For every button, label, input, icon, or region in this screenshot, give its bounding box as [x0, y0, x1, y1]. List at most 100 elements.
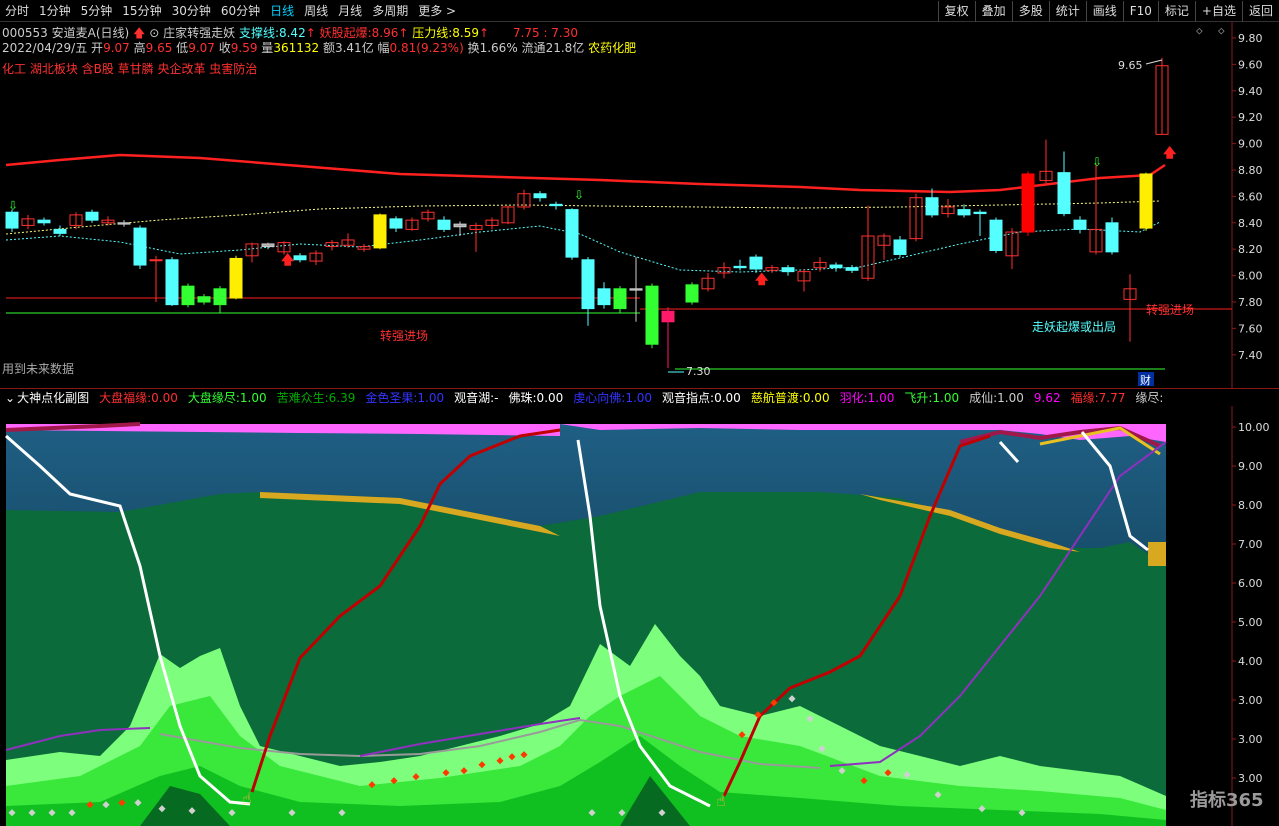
candle-body-66 [1073, 219, 1087, 230]
low-value: 9.07 [188, 41, 215, 55]
toolbar-button-0[interactable]: 复权 [937, 1, 975, 22]
candle-body-51 [829, 264, 843, 269]
toolbar-button-7[interactable]: +自选 [1194, 1, 1242, 22]
period-tab-4[interactable]: 30分钟 [167, 0, 216, 22]
candle-body-8 [133, 227, 147, 266]
sub-axis-label-3: 7.00 [1238, 538, 1263, 551]
low-price-mark: 7.30 [686, 365, 711, 378]
exit-label: 走妖起爆或出局 [1032, 320, 1116, 334]
turnover-value: 1.66% [479, 41, 518, 55]
period-tab-10[interactable]: 更多 > [413, 0, 461, 22]
sub-indicator-chart[interactable]: 10.00 9.00 8.00 7.00 6.00 5.00 4.00 3.00 3.00 3.0… [0, 406, 1279, 826]
pressure-dotted-line [5, 200, 1161, 235]
sell-arrow-icon-2: ⇩ [1092, 155, 1102, 169]
sub-indicator-value-9: 羽化:1.00 [839, 391, 895, 405]
toolbar-button-1[interactable]: 叠加 [974, 1, 1012, 22]
candle-body-39 [629, 288, 643, 291]
sub-indicator-canvas[interactable]: 10.00 9.00 8.00 7.00 6.00 5.00 4.00 3.00 3.00 3.0… [0, 406, 1279, 826]
toolbar-button-8[interactable]: 返回 [1241, 1, 1279, 22]
period-tab-9[interactable]: 多周期 [367, 0, 413, 22]
sub-axis-label-0: 10.00 [1238, 421, 1270, 434]
toolbar-button-6[interactable]: 标记 [1157, 1, 1195, 22]
high-mark-pointer [1145, 59, 1163, 65]
period-tab-0[interactable]: 分时 [0, 0, 34, 22]
price-axis-label-0: 9.80 [1238, 32, 1263, 45]
toolbar-button-4[interactable]: 画线 [1085, 1, 1123, 22]
sub-axis-label-5: 5.00 [1238, 616, 1263, 629]
candle-body-0 [5, 211, 19, 229]
candle-body-9 [149, 259, 163, 262]
hand-pointer-icon-2: ☝ [716, 791, 726, 810]
period-tab-6[interactable]: 日线 [265, 0, 299, 22]
sub-indicator-value-13: 福缘:7.77 [1070, 391, 1126, 405]
concept-tags[interactable]: 化工 湖北板块 含B股 草甘膦 央企改革 虫害防治 [2, 60, 257, 77]
watermark-text: 指标365 [1190, 789, 1264, 811]
candle-body-61 [989, 219, 1003, 252]
candle-body-16 [261, 243, 275, 248]
sub-axis-label-4: 6.00 [1238, 577, 1263, 590]
candle-body-33 [533, 193, 547, 199]
period-tab-5[interactable]: 60分钟 [216, 0, 265, 22]
buy-arrow-icon-1: 🡅 [755, 273, 769, 288]
industry-tag[interactable]: 农药化肥 [588, 41, 636, 55]
settings-circle-icon[interactable]: ⊙ [149, 26, 159, 40]
sub-indicator-value-5: 佛珠:0.00 [508, 391, 564, 405]
high-value: 9.65 [145, 41, 173, 55]
close-value: 9.59 [230, 41, 258, 55]
price-axis-label-12: 7.40 [1238, 349, 1263, 362]
candle-body-3 [53, 228, 67, 234]
price-axis-label-11: 7.60 [1238, 322, 1263, 335]
expand-icon[interactable]: ◇ [1218, 24, 1225, 37]
upper-band-line [5, 153, 1166, 194]
sub-axis-label-1: 9.00 [1238, 460, 1263, 473]
toolbar-button-3[interactable]: 统计 [1048, 1, 1086, 22]
price-axis-label-2: 9.40 [1238, 85, 1263, 98]
sell-arrow-icon-1: ⇩ [574, 188, 584, 202]
buy-arrow-icon-2: 🡅 [1163, 146, 1177, 161]
candle-body-59 [957, 209, 971, 216]
period-tab-3[interactable]: 15分钟 [117, 0, 166, 22]
price-axis-label-1: 9.60 [1238, 58, 1263, 71]
sub-indicator-value-1: 大盘缘尽:1.00 [187, 391, 267, 405]
sub-indicator-value-0: 大盘福缘:0.00 [99, 391, 178, 405]
gold-block [1148, 542, 1166, 566]
main-kline-chart[interactable]: 9.80 9.60 9.40 9.20 9.00 8.80 8.60 8.40 8.20 8.00… [0, 22, 1279, 388]
candle-body-45 [733, 265, 747, 269]
sub-indicator-value-7: 观音指点:0.00 [662, 391, 741, 405]
price-axis-label-6: 8.60 [1238, 190, 1263, 203]
indicator-name[interactable]: 庄家转强走妖 [163, 26, 235, 40]
price-axis-label-10: 7.80 [1238, 296, 1263, 309]
candle-body-37 [597, 288, 611, 306]
toolbar-button-5[interactable]: F10 [1122, 1, 1158, 22]
float-value: 21.8亿 [545, 41, 585, 55]
price-axis-label-3: 9.20 [1238, 111, 1263, 124]
candle-body-11 [181, 285, 195, 306]
period-tab-2[interactable]: 5分钟 [76, 0, 118, 22]
period-toolbar: 分时 1分钟 5分钟 15分钟 30分钟 60分钟 日线 周线 月线 多周期 更多 > 复权 叠加 多股… [0, 0, 1279, 22]
demon-value: 8.96 [371, 26, 399, 40]
support-label: 支撑线: [238, 26, 279, 40]
period-tab-8[interactable]: 月线 [333, 0, 367, 22]
diamond-icon[interactable]: ◇ [1196, 24, 1203, 37]
period-tab-1[interactable]: 1分钟 [34, 0, 76, 22]
sub-indicator-name[interactable]: 大神点化副图 [17, 389, 94, 406]
candle-body-52 [845, 267, 859, 271]
period-tab-7[interactable]: 周线 [299, 0, 333, 22]
high-price-mark: 9.65 [1118, 59, 1143, 72]
hand-pointer-icon-1: ☝ [242, 789, 252, 808]
fin-badge: 财 [1140, 373, 1151, 387]
sub-indicator-value-8: 慈航普渡:0.00 [750, 391, 830, 405]
price-axis-label-9: 8.00 [1238, 270, 1263, 283]
candle-body-65 [1057, 172, 1071, 215]
candle-body-48 [781, 267, 795, 273]
candle-body-57 [925, 197, 939, 216]
candle-body-46 [749, 256, 763, 270]
candle-body-13 [213, 288, 227, 306]
sub-axis-label-9: 3.00 [1238, 772, 1263, 785]
sub-indicator-header: ⌄ 大神点化副图 大盘福缘:0.00 大盘缘尽:1.00 苦难众生:6.39 金色圣果… [0, 388, 1279, 406]
demon-label: 妖股起爆: [319, 26, 372, 40]
sub-indicator-value-10: 飞升:1.00 [904, 391, 960, 405]
chevron-down-icon[interactable]: ⌄ [0, 391, 17, 405]
candle-body-68 [1105, 222, 1119, 253]
toolbar-button-2[interactable]: 多股 [1011, 1, 1049, 22]
